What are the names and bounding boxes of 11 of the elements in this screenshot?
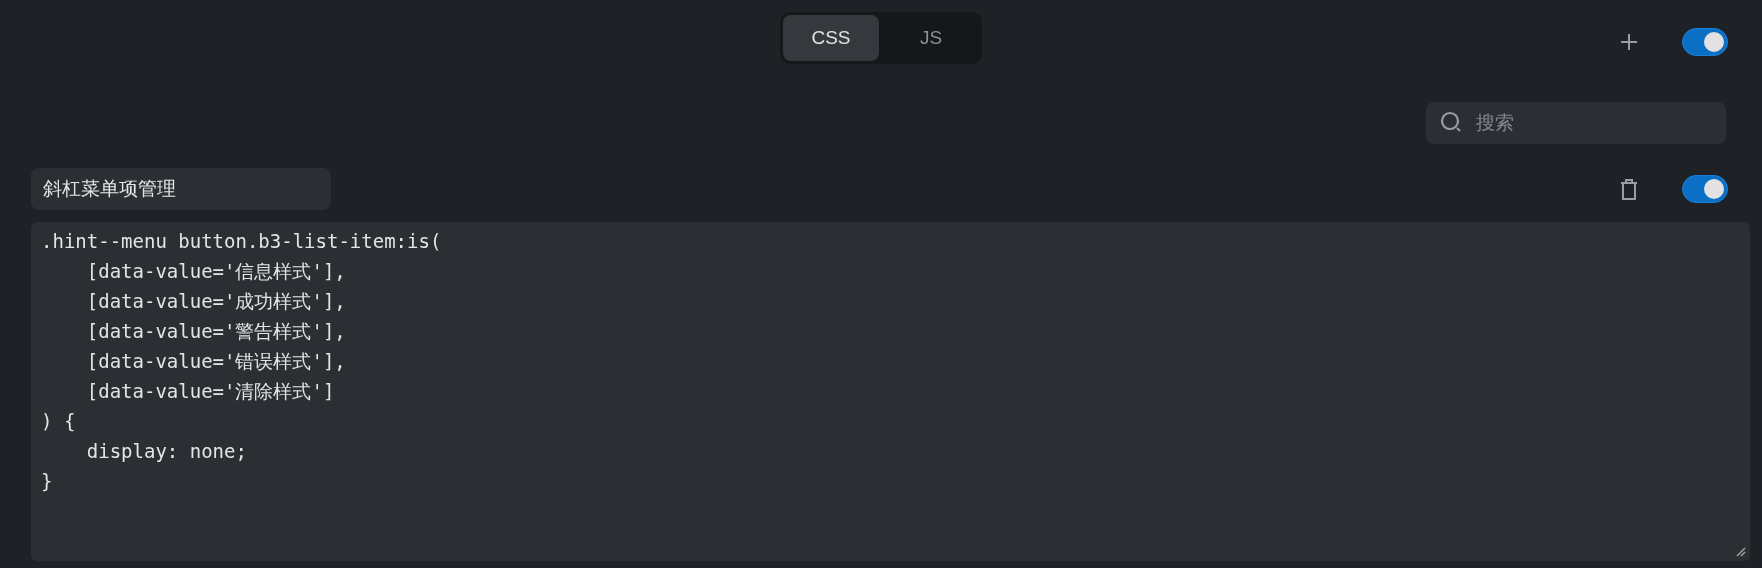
tab[interactable]: JS <box>883 15 979 61</box>
code-text: .hint--menu button.b3-list-item:is( [data-value='信息样式'], [data-value='成功样式'], [data-value='警告样式'], [data-value='错误样式'], [data-value='清除样式'] ) { display: none; } <box>41 229 442 494</box>
trash-icon[interactable] <box>1620 178 1638 200</box>
resize-grip-icon[interactable] <box>1736 547 1746 557</box>
toggle-switch[interactable] <box>1682 175 1728 203</box>
code-editor[interactable]: .hint--menu button.b3-list-item:is( [data-value='信息样式'], [data-value='成功样式'], [data-value='警告样式'], [data-value='错误样式'], [data-value='清除样式'] ) { display: none; } <box>31 222 1750 561</box>
toggle-switch[interactable] <box>1682 28 1728 56</box>
tab[interactable]: CSS <box>783 15 879 61</box>
plus-icon[interactable] <box>1620 33 1638 51</box>
name-field[interactable]: 斜杠菜单项管理 <box>31 168 331 210</box>
search-field[interactable]: 搜索 <box>1426 102 1726 144</box>
